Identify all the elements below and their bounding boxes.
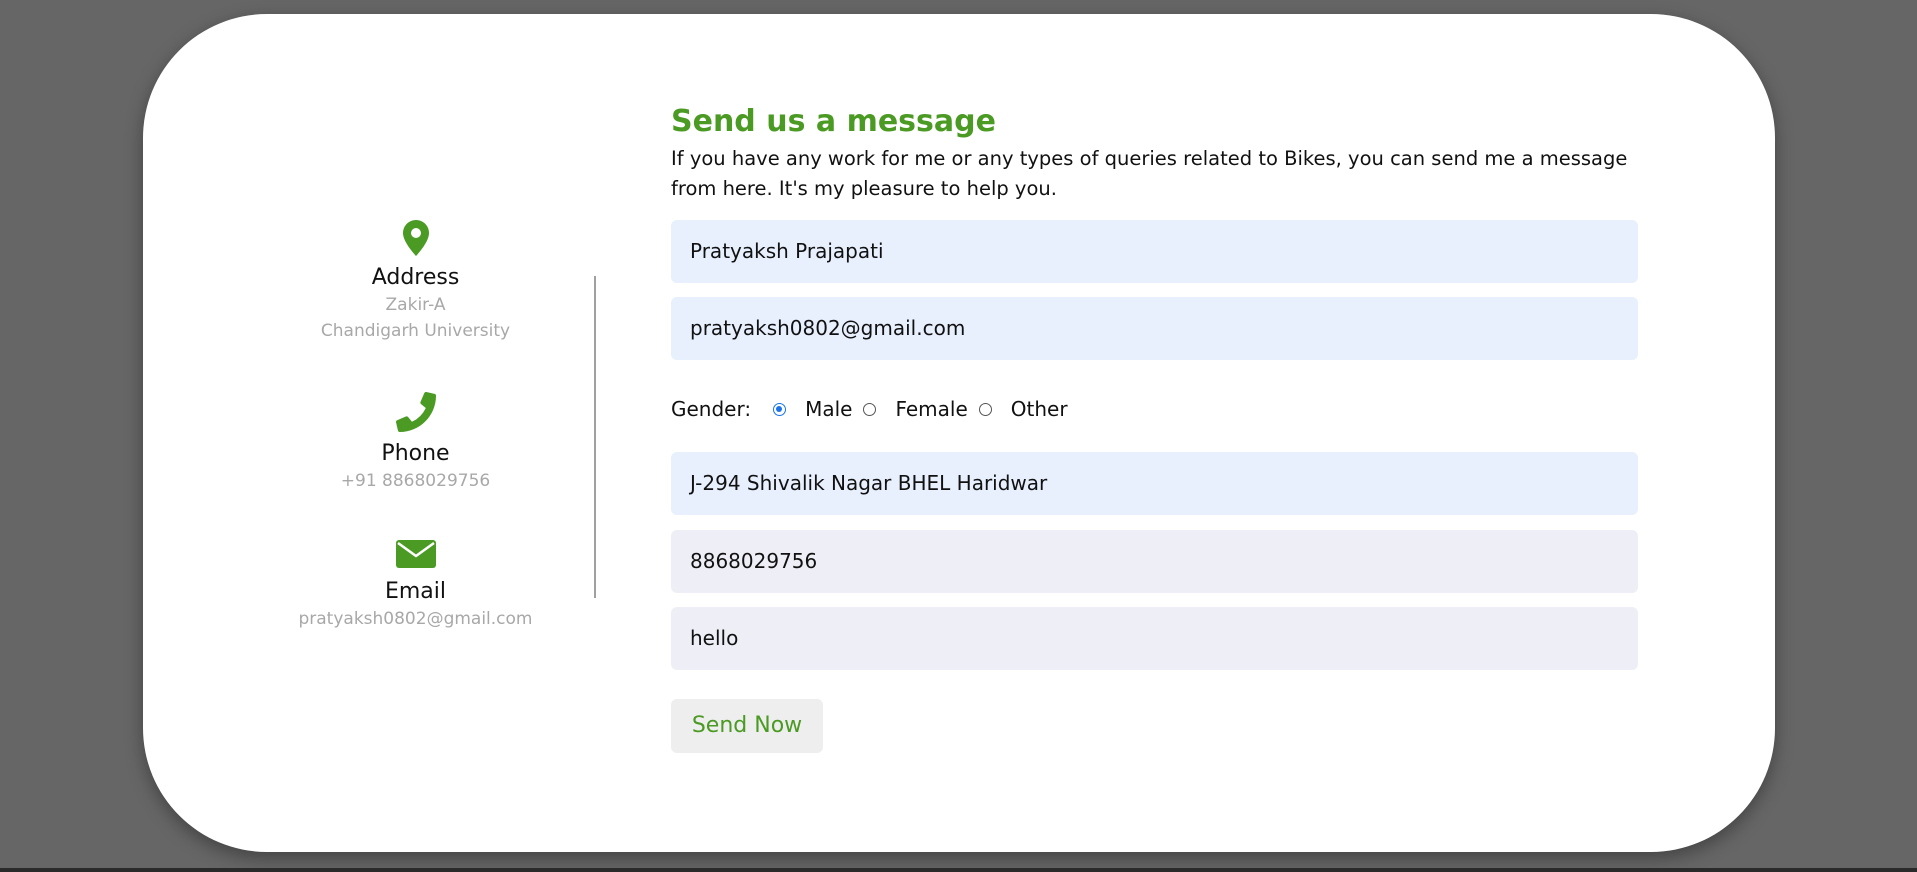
contact-info-column: Address Zakir-A Chandigarh University Ph… [143, 14, 733, 852]
map-pin-icon [402, 220, 429, 256]
gender-radio-male[interactable] [773, 402, 787, 416]
address-line-1: Zakir-A [385, 295, 446, 315]
address-line-2: Chandigarh University [320, 321, 511, 341]
email-field[interactable]: pratyaksh0802@gmail.com [671, 297, 1638, 360]
address-title: Address [371, 265, 460, 290]
bottom-edge-strip [0, 868, 1917, 872]
address-field[interactable]: J-294 Shivalik Nagar BHEL Haridwar [671, 452, 1638, 515]
gender-radio-group: Gender: Male Female Other [671, 392, 1079, 426]
vertical-divider [594, 276, 596, 598]
gender-option-male-label[interactable]: Male [805, 397, 852, 421]
email-info: Email pratyaksh0802@gmail.com [143, 538, 688, 632]
phone-info: Phone +91 8868029756 [143, 392, 688, 494]
gender-option-other-label[interactable]: Other [1011, 397, 1068, 421]
message-field[interactable]: hello [671, 607, 1638, 670]
email-value: pratyaksh0802@gmail.com [298, 609, 533, 629]
phone-value: +91 8868029756 [340, 471, 491, 491]
name-field[interactable]: Pratyaksh Prajapati [671, 220, 1638, 283]
gender-radio-other[interactable] [978, 402, 992, 416]
gender-option-female-label[interactable]: Female [895, 397, 967, 421]
phone-icon [395, 392, 436, 432]
send-now-button[interactable]: Send Now [671, 699, 823, 753]
address-info: Address Zakir-A Chandigarh University [143, 220, 688, 344]
envelope-icon [395, 540, 436, 568]
email-title: Email [384, 579, 447, 604]
contact-card: Address Zakir-A Chandigarh University Ph… [143, 14, 1775, 852]
phone-title: Phone [381, 441, 450, 466]
gender-label: Gender: [671, 397, 752, 421]
form-title: Send us a message [671, 104, 996, 139]
phone-field[interactable]: 8868029756 [671, 530, 1638, 593]
form-description: If you have any work for me or any types… [671, 147, 1628, 200]
gender-radio-female[interactable] [863, 402, 877, 416]
